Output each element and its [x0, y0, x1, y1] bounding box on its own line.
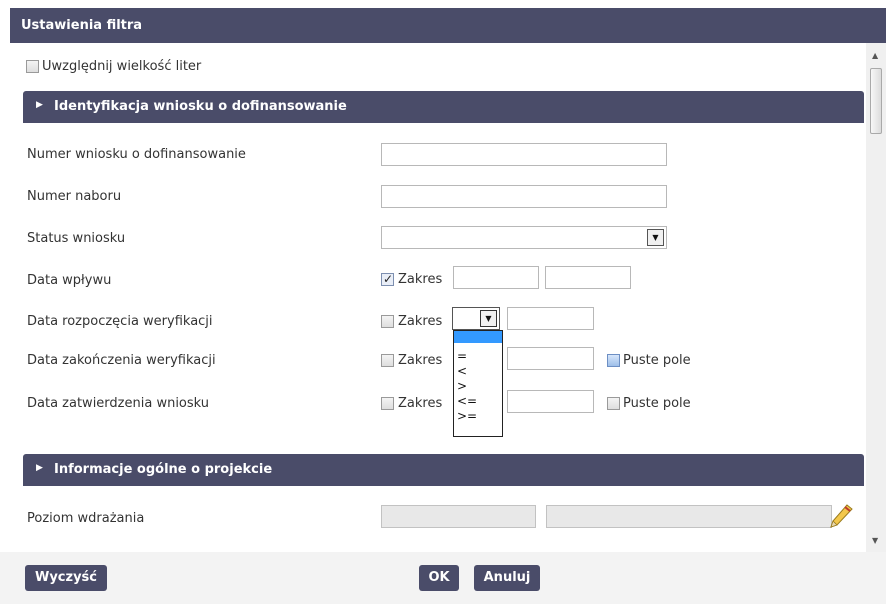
poziom-wdrazania-code-input [381, 505, 536, 528]
data-zakonczenia-empty-label: Puste pole [623, 353, 691, 368]
operator-option[interactable]: = [454, 349, 502, 364]
vertical-scrollbar[interactable]: ▲ ▼ [866, 43, 886, 552]
status-wniosku-select[interactable]: ▼ [381, 226, 667, 249]
data-wplywu-from-input[interactable] [453, 266, 539, 289]
ok-button[interactable]: OK [419, 565, 459, 591]
data-rozpoczecia-label: Data rozpoczęcia weryfikacji [27, 314, 213, 329]
data-wplywu-label: Data wpływu [27, 273, 112, 288]
data-zatwierdzenia-range-label: Zakres [398, 396, 443, 411]
numer-naboru-input[interactable] [381, 185, 667, 208]
data-zatwierdzenia-label: Data zatwierdzenia wniosku [27, 396, 210, 411]
operator-dropdown-list[interactable]: = < > <= >= [453, 330, 503, 437]
dialog-title: Ustawienia filtra [10, 8, 886, 43]
numer-wniosku-input[interactable] [381, 143, 667, 166]
data-zatwierdzenia-value-input[interactable] [507, 390, 594, 413]
operator-option[interactable]: < [454, 364, 502, 379]
filter-content: Uwzględnij wielkość liter ▶ Identyfikacj… [10, 43, 866, 552]
data-rozpoczecia-value-input[interactable] [507, 307, 594, 330]
data-zatwierdzenia-empty-checkbox[interactable] [607, 397, 620, 410]
poziom-wdrazania-label: Poziom wdrażania [27, 511, 145, 526]
numer-naboru-label: Numer naboru [27, 189, 122, 204]
triangle-right-icon: ▶ [36, 463, 43, 473]
chevron-down-icon[interactable]: ▼ [647, 229, 664, 246]
checkmark-icon: ✓ [383, 272, 394, 286]
poziom-wdrazania-name-input [546, 505, 832, 528]
cancel-button[interactable]: Anuluj [474, 565, 540, 591]
arrow-up-icon[interactable]: ▲ [872, 51, 878, 60]
data-zakonczenia-range-label: Zakres [398, 353, 443, 368]
operator-option[interactable]: >= [454, 409, 502, 424]
data-wplywu-to-input[interactable] [545, 266, 631, 289]
section-identyfikacja[interactable]: ▶ Identyfikacja wniosku o dofinansowanie [23, 91, 864, 123]
operator-option[interactable]: <= [454, 394, 502, 409]
data-zakonczenia-label: Data zakończenia weryfikacji [27, 353, 216, 368]
triangle-right-icon: ▶ [36, 100, 43, 110]
data-zakonczenia-range-checkbox[interactable] [381, 354, 394, 367]
chevron-down-icon[interactable]: ▼ [480, 310, 497, 327]
data-zatwierdzenia-range-checkbox[interactable] [381, 397, 394, 410]
operator-select[interactable]: ▼ [452, 307, 500, 330]
data-zatwierdzenia-empty-label: Puste pole [623, 396, 691, 411]
clear-button[interactable]: Wyczyść [25, 565, 107, 591]
data-wplywu-range-label: Zakres [398, 272, 443, 287]
pencil-icon[interactable] [827, 503, 855, 529]
case-sensitive-label: Uwzględnij wielkość liter [42, 59, 202, 74]
data-rozpoczecia-range-label: Zakres [398, 314, 443, 329]
operator-option[interactable]: > [454, 379, 502, 394]
section-title: Identyfikacja wniosku o dofinansowanie [54, 99, 347, 114]
data-zakonczenia-empty-checkbox[interactable] [607, 354, 620, 367]
data-wplywu-range-checkbox[interactable]: ✓ [381, 272, 394, 286]
section-title: Informacje ogólne o projekcie [54, 462, 273, 477]
data-zakonczenia-value-input[interactable] [507, 347, 594, 370]
status-wniosku-label: Status wniosku [27, 231, 126, 246]
numer-wniosku-label: Numer wniosku o dofinansowanie [27, 147, 246, 162]
data-rozpoczecia-range-checkbox[interactable] [381, 315, 394, 328]
section-informacje-ogolne[interactable]: ▶ Informacje ogólne o projekcie [23, 454, 864, 486]
case-sensitive-checkbox[interactable] [26, 60, 39, 73]
scroll-thumb[interactable] [870, 68, 882, 134]
arrow-down-icon[interactable]: ▼ [872, 536, 878, 545]
operator-option[interactable] [454, 331, 502, 343]
